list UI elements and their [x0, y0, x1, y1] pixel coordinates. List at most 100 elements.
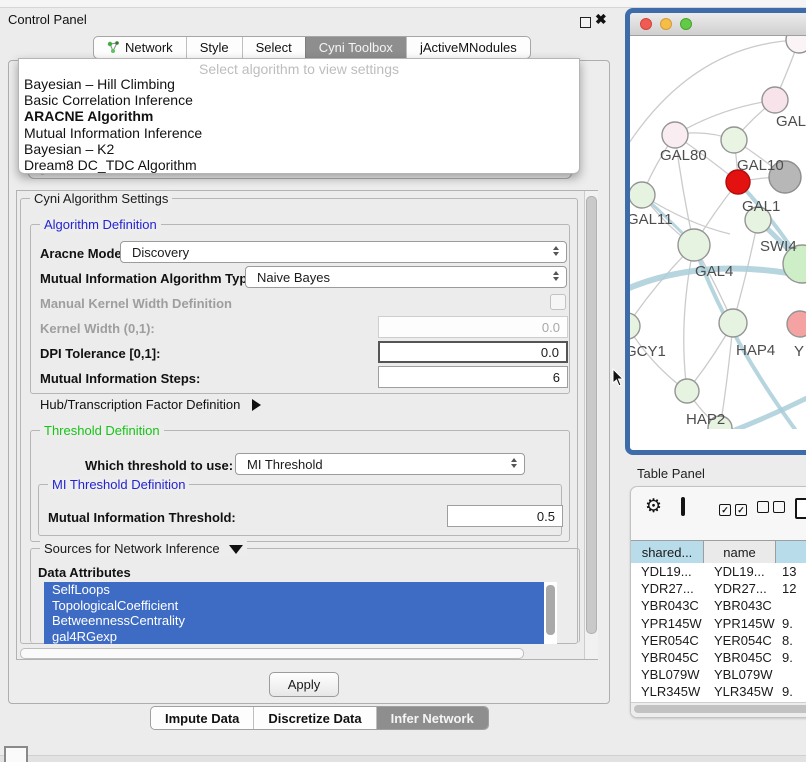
float-panel-icon[interactable] [580, 17, 591, 28]
table-row[interactable]: YBL079WYBL079W [631, 666, 806, 683]
close-window-icon[interactable] [640, 18, 652, 30]
table-cell [776, 597, 806, 614]
table-horizontal-scrollbar[interactable] [631, 702, 806, 717]
sources-group-title: Sources for Network Inference [40, 541, 247, 556]
network-canvas[interactable]: GALGAL80GAL10GAL1GAL11SWI4GAL4GCY1HAP4YH… [630, 36, 806, 429]
algorithm-option[interactable]: Basic Correlation Inference [19, 92, 579, 108]
expand-down-icon[interactable] [229, 545, 243, 554]
network-node[interactable] [630, 182, 655, 208]
tab-select[interactable]: Select [242, 37, 305, 58]
algorithm-option[interactable]: Bayesian – Hill Climbing [19, 76, 579, 92]
algorithm-option[interactable]: Mutual Information Inference [19, 125, 579, 141]
network-window-titlebar[interactable] [630, 13, 806, 36]
network-view-window[interactable]: GALGAL80GAL10GAL1GAL11SWI4GAL4GCY1HAP4YH… [625, 8, 806, 455]
table-row[interactable]: YDR27...YDR27...12 [631, 580, 806, 597]
hub-definition-expander[interactable]: Hub/Transcription Factor Definition [40, 397, 261, 412]
split-columns-icon[interactable] [681, 497, 685, 516]
network-node[interactable] [678, 229, 710, 261]
tab-cyni-toolbox[interactable]: Cyni Toolbox [305, 37, 406, 58]
mouse-cursor [612, 368, 625, 387]
mi-steps-field[interactable]: 6 [378, 366, 568, 388]
select-all-checkboxes-icon[interactable]: ✓✓ [719, 501, 751, 516]
attribute-item-selected[interactable]: SelfLoops [44, 582, 544, 598]
mi-algorithm-type-combobox[interactable]: Naive Bayes [245, 266, 567, 288]
attribute-item-selected[interactable]: BetweennessCentrality [44, 613, 544, 629]
column-header-shared-name[interactable]: shared... [631, 541, 704, 563]
algorithm-option[interactable]: Dream8 DC_TDC Algorithm [19, 157, 579, 173]
dpi-tolerance-label: DPI Tolerance [0,1]: [40, 346, 160, 361]
attributes-list-scrollbar-thumb[interactable] [546, 585, 555, 635]
table-cell: YPR145W [631, 615, 704, 632]
manual-kernel-width-checkbox[interactable] [550, 294, 566, 310]
table-horizontal-scrollbar-thumb[interactable] [634, 705, 806, 713]
dpi-tolerance-field[interactable]: 0.0 [378, 341, 568, 363]
table-cell: 9. [776, 649, 806, 666]
algorithm-option-selected[interactable]: ARACNE Algorithm [19, 108, 579, 124]
control-panel-title: Control Panel [8, 12, 87, 27]
tab-style[interactable]: Style [186, 37, 242, 58]
kernel-width-label: Kernel Width (0,1): [40, 321, 155, 336]
tab-discretize-data-label: Discretize Data [268, 711, 361, 726]
network-node[interactable] [762, 87, 788, 113]
network-node[interactable] [630, 313, 640, 339]
mi-threshold-field[interactable]: 0.5 [447, 505, 563, 527]
table-cell: YPR145W [704, 615, 776, 632]
apply-button-label: Apply [288, 677, 321, 692]
minimize-window-icon[interactable] [660, 18, 672, 30]
close-panel-icon[interactable]: ✖ [595, 11, 607, 27]
table-header-row: shared... name [631, 540, 806, 564]
network-node-label: Y [794, 343, 804, 360]
network-node[interactable] [786, 36, 806, 53]
table-cell: YBR043C [704, 597, 776, 614]
table-row[interactable]: YDL19...YDL19...13 [631, 563, 806, 580]
table-row[interactable]: YBR045CYBR045C9. [631, 649, 806, 666]
table-row[interactable]: YLR345WYLR345W9. [631, 683, 806, 700]
table-row[interactable]: YBR043CYBR043C [631, 597, 806, 614]
network-node-label: GAL1 [742, 198, 780, 215]
table-row[interactable]: YER054CYER054C8. [631, 632, 806, 649]
document-icon[interactable] [795, 498, 806, 519]
table-cell: YDL19... [631, 563, 704, 580]
network-node-label: GAL4 [695, 263, 733, 280]
network-node[interactable] [662, 122, 688, 148]
attribute-item-selected[interactable]: gal4RGexp [44, 629, 544, 645]
tab-infer-network[interactable]: Infer Network [376, 707, 488, 729]
network-node[interactable] [721, 127, 747, 153]
table-cell: 9. [776, 683, 806, 700]
tab-infer-network-label: Infer Network [391, 711, 474, 726]
settings-horizontal-scrollbar-thumb[interactable] [20, 648, 524, 659]
spinner-arrows-icon [553, 246, 559, 256]
network-node[interactable] [787, 311, 806, 337]
tab-jactivemnodules[interactable]: jActiveMNodules [406, 37, 530, 58]
zoom-window-icon[interactable] [680, 18, 692, 30]
gear-icon[interactable]: ⚙ [645, 497, 662, 516]
network-node-label: SWI4 [760, 238, 797, 255]
algorithm-option[interactable]: Bayesian – K2 [19, 141, 579, 157]
table-row[interactable]: YPR145WYPR145W9. [631, 615, 806, 632]
table-cell: YBR045C [631, 649, 704, 666]
table-cell: YDR27... [631, 580, 704, 597]
data-attributes-list[interactable]: SelfLoops TopologicalCoefficient Between… [44, 582, 557, 644]
tab-discretize-data[interactable]: Discretize Data [253, 707, 375, 729]
settings-vertical-scrollbar-thumb[interactable] [586, 196, 597, 634]
tab-impute-data[interactable]: Impute Data [151, 707, 253, 729]
network-node[interactable] [675, 379, 699, 403]
aracne-mode-combobox[interactable]: Discovery [120, 241, 567, 263]
column-header-extra[interactable] [776, 541, 806, 563]
panel-grip-icon[interactable] [4, 746, 28, 762]
column-header-name[interactable]: name [704, 541, 776, 563]
network-node[interactable] [719, 309, 747, 337]
attribute-item-selected[interactable]: TopologicalCoefficient [44, 598, 544, 614]
table-cell: YBR043C [631, 597, 704, 614]
table-cell: 8. [776, 632, 806, 649]
deselect-all-checkboxes-icon[interactable] [757, 501, 789, 516]
table-cell: YLR345W [631, 683, 704, 700]
apply-button[interactable]: Apply [269, 672, 339, 697]
kernel-width-field[interactable]: 0.0 [378, 316, 568, 338]
spinner-arrows-icon [511, 458, 517, 468]
algorithm-dropdown-placeholder: Select algorithm to view settings [19, 59, 579, 76]
which-threshold-combobox[interactable]: MI Threshold [235, 453, 525, 475]
mi-algorithm-type-value: Naive Bayes [257, 270, 330, 285]
tab-network[interactable]: Network [94, 37, 186, 58]
network-edge [684, 245, 694, 391]
